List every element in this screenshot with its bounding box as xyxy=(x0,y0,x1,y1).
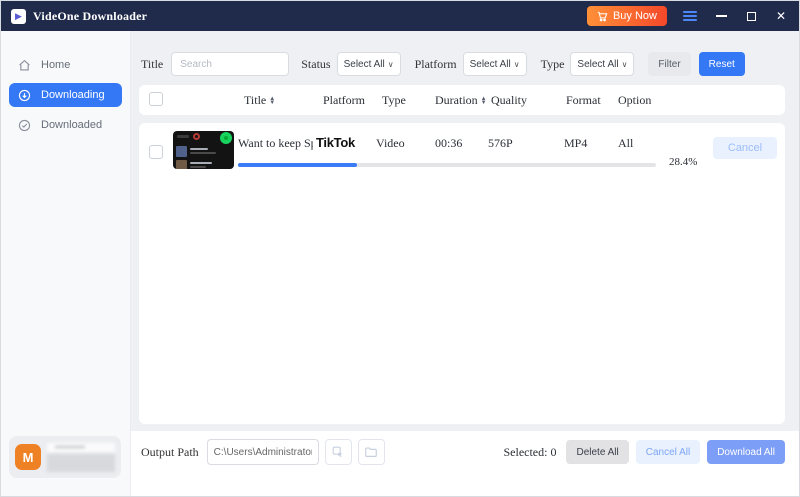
output-path-label: Output Path xyxy=(141,444,199,459)
user-card[interactable]: M xyxy=(9,436,121,478)
cancel-button[interactable]: Cancel xyxy=(713,137,777,159)
minimize-icon xyxy=(715,15,727,17)
platform-filter-label: Platform xyxy=(414,56,457,71)
sidebar-item-downloading[interactable]: Downloading xyxy=(9,83,122,107)
download-all-button[interactable]: Download All xyxy=(707,440,785,464)
folder-icon xyxy=(365,447,377,457)
sort-icon[interactable]: ▲ ▼ xyxy=(481,96,487,106)
menu-button[interactable] xyxy=(681,9,699,23)
output-path-input[interactable] xyxy=(206,439,319,465)
chevron-down-icon: ∨ xyxy=(513,59,520,69)
video-thumbnail xyxy=(173,131,234,169)
status-badge-icon xyxy=(220,132,232,144)
progress-label: 28.4% xyxy=(669,156,698,168)
reset-button[interactable]: Reset xyxy=(698,52,745,76)
sidebar-item-home[interactable]: Home xyxy=(9,53,122,77)
table-header: Title ▲ ▼ Platform Type Duration ▲ ▼ Quali… xyxy=(139,85,785,115)
buy-now-button[interactable]: Buy Now xyxy=(586,6,667,26)
status-filter-label: Status xyxy=(301,56,331,71)
app-title: VideOne Downloader xyxy=(33,8,148,23)
row-quality: 576P xyxy=(488,136,513,150)
row-title: Want to keep Sp... xyxy=(238,136,313,150)
tiktok-logo: TikTok xyxy=(316,135,355,150)
column-header-format: Format xyxy=(566,93,601,107)
buy-now-label: Buy Now xyxy=(612,10,657,22)
cancel-all-button[interactable]: Cancel All xyxy=(635,440,701,464)
row-duration: 00:36 xyxy=(435,136,463,150)
type-filter-label: Type xyxy=(540,56,565,71)
title-filter-label: Title xyxy=(141,56,164,71)
chevron-down-icon: ∨ xyxy=(621,59,628,69)
selected-count: Selected: 0 xyxy=(503,444,557,459)
record-icon xyxy=(193,133,200,140)
platform-select[interactable]: Select All ∨ xyxy=(462,52,527,76)
sidebar-item-downloaded[interactable]: Downloaded xyxy=(9,113,122,137)
app-window: ▶ VideOne Downloader Buy Now ✕ Home Down… xyxy=(0,0,800,497)
row-checkbox[interactable] xyxy=(149,145,163,159)
chevron-down-icon: ∨ xyxy=(387,59,394,69)
sidebar: Home Downloading Downloaded M xyxy=(1,31,131,496)
main-panel: Title Status Select All ∨ Platform Selec… xyxy=(131,31,799,496)
filter-button[interactable]: Filter xyxy=(648,52,691,76)
select-all-checkbox[interactable] xyxy=(149,92,163,106)
column-header-option: Option xyxy=(618,93,652,107)
type-select[interactable]: Select All ∨ xyxy=(570,52,635,76)
platform-select-value: Select All xyxy=(469,58,511,70)
search-input[interactable] xyxy=(171,52,290,76)
sidebar-item-label: Downloading xyxy=(41,89,105,101)
column-header-type: Type xyxy=(382,93,406,107)
download-list: Want to keep Sp... TikTok Video 00:36 57… xyxy=(139,123,785,424)
status-select-value: Select All xyxy=(343,58,385,70)
cart-icon xyxy=(597,11,608,21)
close-button[interactable]: ✕ xyxy=(773,8,789,24)
filter-bar: Title Status Select All ∨ Platform Selec… xyxy=(131,31,799,85)
redacted-user-info xyxy=(47,442,115,472)
row-type: Video xyxy=(376,136,405,150)
home-icon xyxy=(18,59,31,72)
delete-all-button[interactable]: Delete All xyxy=(566,440,629,464)
sidebar-item-label: Downloaded xyxy=(41,119,103,131)
row-option: All xyxy=(618,136,634,150)
cursor-select-icon xyxy=(332,446,343,458)
sort-icon[interactable]: ▲ ▼ xyxy=(269,96,275,106)
column-header-quality: Quality xyxy=(491,93,527,107)
sidebar-item-label: Home xyxy=(41,59,71,71)
row-format: MP4 xyxy=(564,136,588,150)
locate-file-button[interactable] xyxy=(324,439,352,465)
table-row: Want to keep Sp... TikTok Video 00:36 57… xyxy=(139,123,785,181)
progress-fill xyxy=(238,163,357,167)
app-logo-icon: ▶ xyxy=(11,8,26,24)
type-select-value: Select All xyxy=(577,58,619,70)
progress-bar xyxy=(238,163,656,167)
footer-bar: Output Path Selected: 0 Delete All Cance… xyxy=(131,431,799,496)
avatar: M xyxy=(15,444,41,470)
column-header-duration[interactable]: Duration ▲ ▼ xyxy=(435,93,487,108)
titlebar: ▶ VideOne Downloader Buy Now ✕ xyxy=(1,1,799,31)
maximize-icon xyxy=(746,11,756,21)
column-header-title[interactable]: Title ▲ ▼ xyxy=(244,93,275,108)
column-header-platform: Platform xyxy=(323,93,365,107)
status-select[interactable]: Select All ∨ xyxy=(336,52,401,76)
check-circle-icon xyxy=(18,119,31,132)
maximize-button[interactable] xyxy=(743,8,759,24)
download-icon xyxy=(18,89,31,102)
minimize-button[interactable] xyxy=(713,8,729,24)
open-folder-button[interactable] xyxy=(357,439,385,465)
